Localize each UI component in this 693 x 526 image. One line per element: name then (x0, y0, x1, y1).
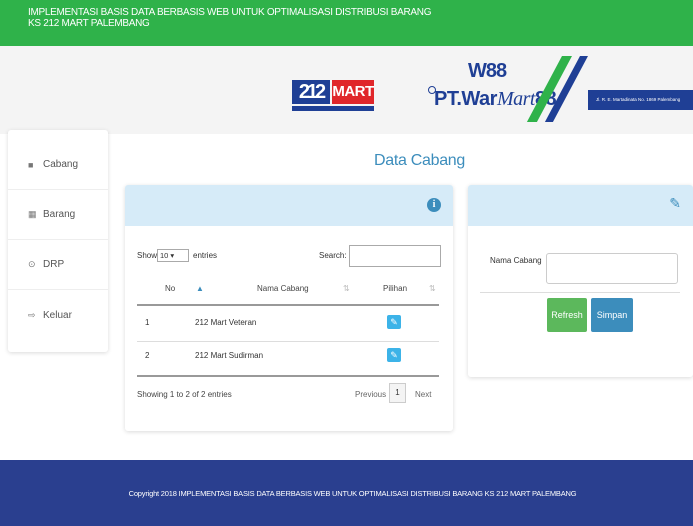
footer: Copyright 2018 IMPLEMENTASI BASIS DATA B… (0, 460, 693, 526)
form-divider (480, 292, 680, 293)
warmart-code: W88 (468, 60, 507, 82)
sidebar-item-label: Cabang (43, 159, 79, 170)
pencil-icon: ✎ (390, 350, 398, 360)
entries-label: entries (193, 251, 218, 260)
app-header: IMPLEMENTASI BASIS DATA BERBASIS WEB UNT… (0, 0, 693, 46)
logo-mart-text: MART (332, 80, 374, 104)
edit-button[interactable]: ✎ (387, 348, 401, 362)
search-label: Search: (319, 251, 347, 260)
sidebar: ■ Cabang ▦ Barang ⊙ DRP ⇨ Keluar (8, 130, 108, 352)
nama-cabang-input[interactable] (546, 253, 678, 284)
table-panel: i Show 10 ▾ entries Search: No ▲ Nama Ca… (125, 185, 453, 431)
form-panel-header: ✎ (468, 185, 693, 226)
show-label: Show (137, 251, 158, 260)
entries-select[interactable]: 10 ▾ (157, 249, 189, 262)
row-no: 2 (145, 351, 150, 360)
sidebar-item-label: Keluar (43, 309, 72, 321)
app-title-line-1: IMPLEMENTASI BASIS DATA BERBASIS WEB UNT… (28, 7, 432, 18)
column-header-no[interactable]: No (165, 284, 175, 293)
info-icon[interactable]: i (427, 198, 441, 212)
table-panel-header: i (125, 185, 453, 226)
column-header-pilihan[interactable]: Pilihan (383, 284, 407, 293)
page-1-button[interactable]: 1 (389, 383, 406, 403)
pencil-icon: ✎ (390, 317, 398, 327)
table-footer-divider (137, 375, 439, 377)
next-button[interactable]: Next (415, 390, 431, 399)
table-header-divider (137, 304, 439, 306)
address-bar: Jl. R. E. Martadinata No. 1869 Palembang (588, 90, 693, 110)
square-icon: ■ (28, 159, 34, 170)
nama-cabang-label: Nama Cabang (490, 256, 542, 265)
sidebar-item-barang[interactable]: ▦ Barang (8, 190, 108, 240)
row-nama: 212 Mart Sudirman (195, 351, 264, 360)
sidebar-item-drp[interactable]: ⊙ DRP (8, 240, 108, 290)
row-no: 1 (145, 318, 150, 327)
row-nama: 212 Mart Veteran (195, 318, 257, 327)
copyright-text: Copyright 2018 IMPLEMENTASI BASIS DATA B… (128, 488, 577, 498)
search-input[interactable] (349, 245, 441, 267)
sidebar-item-label: Barang (43, 209, 76, 220)
logo-212-text: 212 (292, 80, 330, 104)
banner-stripes: Jl. R. E. Martadinata No. 1869 Palembang (526, 56, 693, 122)
previous-button[interactable]: Previous (355, 390, 386, 399)
app-title-line-2: KS 212 MART PALEMBANG (28, 18, 150, 29)
sidebar-item-cabang[interactable]: ■ Cabang (8, 140, 108, 190)
sort-icon: ⇅ (429, 284, 436, 293)
column-header-nama[interactable]: Nama Cabang (257, 284, 309, 293)
sort-asc-icon: ▲ (196, 284, 204, 293)
sidebar-item-keluar[interactable]: ⇨ Keluar (8, 290, 108, 340)
edit-button[interactable]: ✎ (387, 315, 401, 329)
form-panel: ✎ Nama Cabang Refresh Simpan (468, 185, 693, 377)
table-info: Showing 1 to 2 of 2 entries (137, 390, 232, 399)
pencil-icon: ✎ (669, 195, 681, 211)
row-divider (137, 341, 439, 342)
sidebar-item-label: DRP (43, 259, 65, 270)
logo-stripe (292, 106, 374, 111)
mart-212-logo: 212 MART (292, 74, 374, 114)
refresh-button[interactable]: Refresh (547, 298, 587, 332)
page-title: Data Cabang (374, 152, 465, 169)
sort-icon: ⇅ (343, 284, 350, 293)
save-button[interactable]: Simpan (591, 298, 633, 332)
grid-icon: ▦ (28, 209, 37, 219)
circle-icon: ⊙ (28, 259, 36, 269)
sign-out-icon: ⇨ (28, 309, 36, 320)
